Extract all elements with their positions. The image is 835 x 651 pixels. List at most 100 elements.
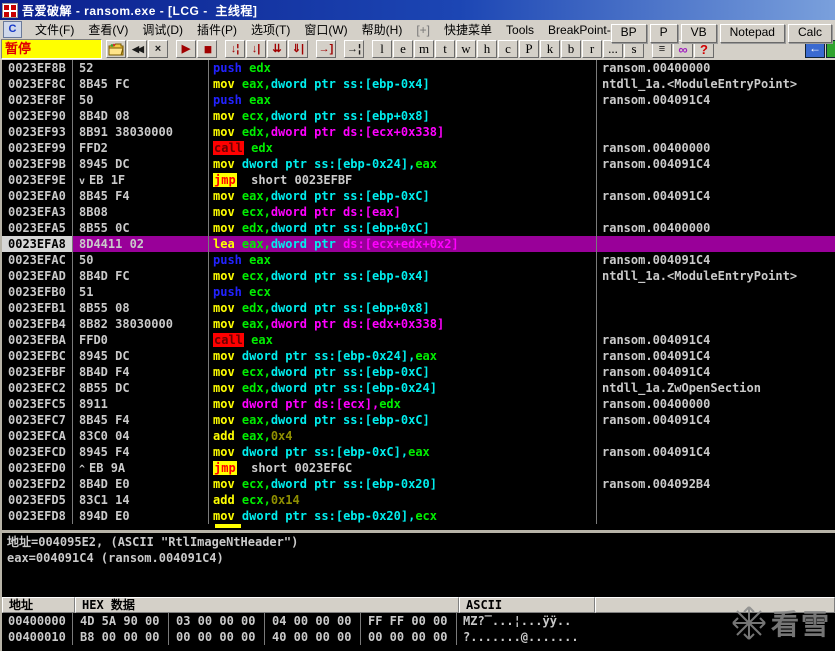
callstack-window-button[interactable]: k bbox=[540, 40, 560, 58]
disasm-row[interactable]: 0023EFC5 8911 mov dword ptr ds:[ecx],edx ra… bbox=[2, 396, 835, 412]
dump-hex-group: FF FF 00 00 bbox=[361, 613, 457, 629]
disasm-row[interactable]: 0023EFD0 ^ EB 9A jmp short 0023EF6C bbox=[2, 460, 835, 476]
disasm-row[interactable]: 0023EF90 8B4D 08 mov ecx,dword ptr ss:[ebp… bbox=[2, 108, 835, 124]
open-file-button[interactable] bbox=[106, 40, 126, 58]
disasm-row[interactable]: 0023EFA8 8D4411 02 lea eax,dword ptr ds:[e… bbox=[2, 236, 835, 252]
step-over-button[interactable]: ↓| bbox=[246, 40, 266, 58]
comment-cell bbox=[597, 284, 835, 300]
bytes-cell: FFD2 bbox=[73, 140, 209, 156]
disasm-row[interactable]: 0023EF8F 50 push eax ransom.004091C4 bbox=[2, 92, 835, 108]
comment-cell: ransom.004091C4 bbox=[602, 333, 711, 347]
address-cell: 0023EFA5 bbox=[2, 220, 73, 236]
menu-plugins[interactable]: 插件(P) bbox=[190, 23, 244, 37]
execute-till-user-button[interactable]: →¦ bbox=[344, 40, 364, 58]
run-button[interactable]: ▶ bbox=[176, 40, 196, 58]
disasm-row[interactable]: 0023EFB0 51 push ecx bbox=[2, 284, 835, 300]
disasm-row[interactable]: 0023EF99 FFD2 call edx ransom.00400000 bbox=[2, 140, 835, 156]
info-line: eax=004091C4 (ransom.004091C4) bbox=[7, 551, 224, 565]
disasm-row[interactable]: 0023EF8C 8B45 FC mov eax,dword ptr ss:[ebp… bbox=[2, 76, 835, 92]
dump-ascii-cell: MZ?‾...¦...ÿÿ.. bbox=[463, 614, 572, 628]
step-into-button[interactable]: ↓¦ bbox=[225, 40, 245, 58]
bytes-cell: 8B55 0C bbox=[73, 220, 209, 236]
plugin-p-button[interactable]: P bbox=[649, 24, 678, 43]
executables-window-button[interactable]: e bbox=[393, 40, 413, 58]
animate-over-button[interactable]: ⇓| bbox=[288, 40, 308, 58]
bytes-cell: 8B45 F4 bbox=[73, 412, 209, 428]
disasm-row[interactable]: 0023EFB1 8B55 08 mov edx,dword ptr ss:[ebp… bbox=[2, 300, 835, 316]
menu-help[interactable]: 帮助(H) bbox=[355, 23, 410, 37]
restart-button[interactable]: ◀◀ bbox=[127, 40, 147, 58]
disasm-row[interactable]: 0023EFCD 8945 F4 mov dword ptr ss:[ebp-0xC… bbox=[2, 444, 835, 460]
threads-window-button[interactable]: t bbox=[435, 40, 455, 58]
disasm-row[interactable]: 0023EF9E v EB 1F jmp short 0023EFBF bbox=[2, 172, 835, 188]
disasm-row[interactable]: 0023EFA0 8B45 F4 mov eax,dword ptr ss:[ebp… bbox=[2, 188, 835, 204]
address-cell: 0023EFD0 bbox=[2, 460, 73, 476]
title-bar[interactable]: 吾爱破解 - ransom.exe - [LCG - 主线程] bbox=[0, 0, 835, 20]
disasm-row[interactable]: 0023EFD2 8B4D E0 mov ecx,dword ptr ss:[ebp… bbox=[2, 476, 835, 492]
plugin-notepad-button[interactable]: Notepad bbox=[719, 24, 785, 43]
disasm-row[interactable]: 0023EFD5 83C1 14 add ecx,0x14 bbox=[2, 492, 835, 508]
plugin-bp-button[interactable]: BP bbox=[610, 24, 647, 43]
animate-into-button[interactable]: ⇊ bbox=[267, 40, 287, 58]
disasm-row[interactable]: 0023EFBC 8945 DC mov dword ptr ss:[ebp-0x2… bbox=[2, 348, 835, 364]
menu-quick[interactable]: 快捷菜单 bbox=[437, 23, 499, 37]
bytes-cell: 51 bbox=[73, 284, 209, 300]
patches-window-button[interactable]: P bbox=[519, 40, 539, 58]
address-cell: 0023EFAD bbox=[2, 268, 73, 284]
disasm-row[interactable]: 0023EFC7 8B45 F4 mov eax,dword ptr ss:[ebp… bbox=[2, 412, 835, 428]
instruction-cell: mov eax,dword ptr ss:[ebp-0xC] bbox=[209, 412, 597, 428]
disasm-row[interactable]: 0023EFA5 8B55 0C mov edx,dword ptr ss:[ebp… bbox=[2, 220, 835, 236]
menu-options[interactable]: 选项(T) bbox=[244, 23, 297, 37]
address-cell: 0023EFC7 bbox=[2, 412, 73, 428]
plugin-vb-button[interactable]: VB bbox=[680, 24, 717, 43]
breakpoints-window-button[interactable]: b bbox=[561, 40, 581, 58]
disasm-row[interactable]: 0023EFBF 8B4D F4 mov ecx,dword ptr ss:[ebp… bbox=[2, 364, 835, 380]
menu-bar: C 文件(F) 查看(V) 调试(D) 插件(P) 选项(T) 窗口(W) 帮助(H) [+]… bbox=[0, 20, 835, 43]
disasm-row[interactable]: 0023EFD8 894D E0 mov dword ptr ss:[ebp-0x2… bbox=[2, 508, 835, 524]
comment-cell: ransom.004092B4 bbox=[602, 477, 711, 491]
menu-file[interactable]: 文件(F) bbox=[28, 23, 81, 37]
bytes-cell: 8B4D 08 bbox=[73, 108, 209, 124]
pause-button[interactable]: ▮▮ bbox=[197, 40, 217, 58]
disasm-row[interactable]: 0023EF9B 8945 DC mov dword ptr ss:[ebp-0x2… bbox=[2, 156, 835, 172]
menu-plus[interactable]: [+] bbox=[409, 23, 437, 37]
jump-direction-icon: v bbox=[79, 176, 86, 187]
dump-row[interactable]: 00400010 B8 00 00 00 00 00 00 00 40 00 00 0… bbox=[2, 629, 835, 645]
disasm-row[interactable]: 0023EFBA FFD0 call eax ransom.004091C4 bbox=[2, 332, 835, 348]
disasm-row[interactable]: 0023EFAD 8B4D FC mov ecx,dword ptr ss:[ebp… bbox=[2, 268, 835, 284]
disasm-row[interactable]: 0023EF8B 52 push edx ransom.00400000 bbox=[2, 60, 835, 76]
cpu-window-button[interactable]: c bbox=[498, 40, 518, 58]
system-menu-icon[interactable]: C bbox=[3, 20, 22, 38]
comment-cell bbox=[597, 124, 835, 140]
disasm-row[interactable]: 0023EFC2 8B55 DC mov edx,dword ptr ss:[ebp… bbox=[2, 380, 835, 396]
bytes-cell: 8945 F4 bbox=[73, 444, 209, 460]
comment-cell: ransom.004091C4 bbox=[602, 253, 711, 267]
handles-window-button[interactable]: h bbox=[477, 40, 497, 58]
disasm-row[interactable]: 0023EF93 8B91 38030000 mov edx,dword ptr d… bbox=[2, 124, 835, 140]
disasm-row[interactable]: 0023EFCA 83C0 04 add eax,0x4 bbox=[2, 428, 835, 444]
references-window-button[interactable]: r bbox=[582, 40, 602, 58]
address-cell: 0023EFBF bbox=[2, 364, 73, 380]
menu-debug[interactable]: 调试(D) bbox=[135, 23, 190, 37]
close-button[interactable]: × bbox=[148, 40, 168, 58]
bytes-cell: 52 bbox=[73, 60, 209, 76]
dump-row[interactable]: 00400000 4D 5A 90 00 03 00 00 00 04 00 00 0… bbox=[2, 613, 835, 629]
comment-cell: ransom.00400000 bbox=[602, 221, 711, 235]
log-window-button[interactable]: l bbox=[372, 40, 392, 58]
comment-cell bbox=[597, 316, 835, 332]
comment-cell: ransom.004091C4 bbox=[602, 189, 711, 203]
windows-window-button[interactable]: w bbox=[456, 40, 476, 58]
comment-cell: ntdll_1a.<ModuleEntryPoint> bbox=[602, 269, 798, 283]
disasm-row[interactable]: 0023EFA3 8B08 mov ecx,dword ptr ds:[eax] bbox=[2, 204, 835, 220]
menu-view[interactable]: 查看(V) bbox=[81, 23, 135, 37]
info-line: 地址=004095E2, (ASCII "RtlImageNtHeader") bbox=[7, 535, 299, 549]
disasm-row[interactable]: 0023EFB4 8B82 38030000 mov eax,dword ptr d… bbox=[2, 316, 835, 332]
memory-window-button[interactable]: m bbox=[414, 40, 434, 58]
execute-till-return-button[interactable]: →] bbox=[316, 40, 336, 58]
bytes-cell: 8B4D E0 bbox=[73, 476, 209, 492]
disasm-row[interactable]: 0023EFAC 50 push eax ransom.004091C4 bbox=[2, 252, 835, 268]
plugin-calc-button[interactable]: Calc bbox=[787, 24, 832, 43]
jump-direction-icon: ^ bbox=[79, 464, 86, 475]
menu-tools[interactable]: Tools bbox=[499, 23, 541, 37]
menu-window[interactable]: 窗口(W) bbox=[297, 23, 354, 37]
